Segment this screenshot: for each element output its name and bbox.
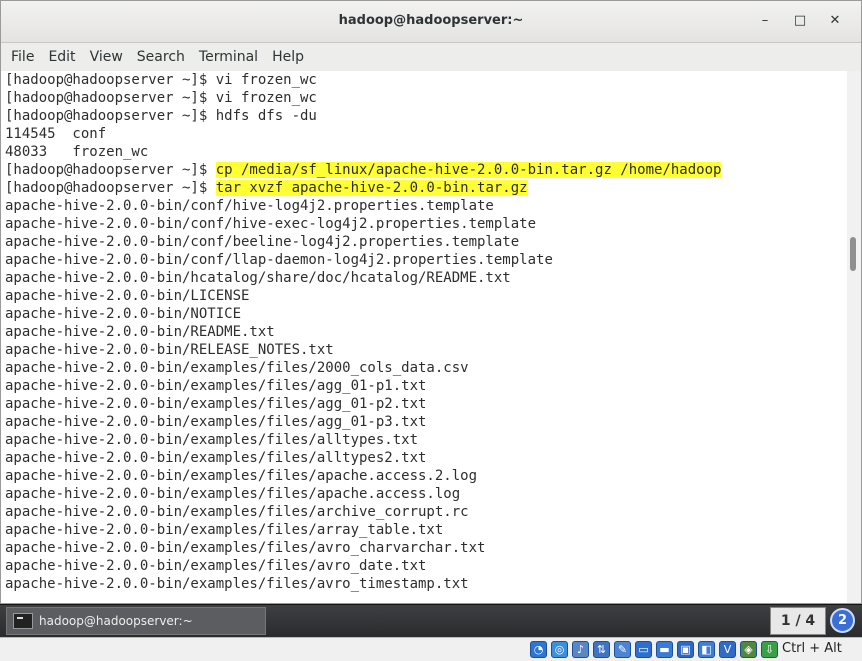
workspace-badge[interactable]: 2 <box>830 608 855 633</box>
hard-disk-icon[interactable]: ◔ <box>530 641 547 658</box>
terminal-line: apache-hive-2.0.0-bin/examples/files/all… <box>5 450 427 466</box>
download-icon[interactable]: ⇩ <box>761 641 778 658</box>
menu-bar: File Edit View Search Terminal Help <box>1 43 861 71</box>
terminal-line: [hadoop@hadoopserver ~]$ cp /media/sf_li… <box>5 161 722 179</box>
terminal-line: apache-hive-2.0.0-bin/examples/files/avr… <box>5 576 469 592</box>
terminal-line: apache-hive-2.0.0-bin/README.txt <box>5 324 275 340</box>
terminal-line: apache-hive-2.0.0-bin/examples/files/avr… <box>5 558 427 574</box>
terminal-line: apache-hive-2.0.0-bin/examples/files/agg… <box>5 414 427 430</box>
menu-edit[interactable]: Edit <box>41 43 82 71</box>
menu-view[interactable]: View <box>83 43 130 71</box>
shared-folder-icon[interactable]: ▭ <box>635 641 652 658</box>
terminal-line: apache-hive-2.0.0-bin/examples/files/apa… <box>5 486 461 502</box>
window-title: hadoop@hadoopserver:~ <box>338 13 524 28</box>
terminal-scrollbar[interactable] <box>847 71 861 603</box>
network-icon[interactable]: ⇅ <box>593 641 610 658</box>
menu-help[interactable]: Help <box>265 43 311 71</box>
title-bar[interactable]: hadoop@hadoopserver:~ – □ ✕ <box>1 1 861 43</box>
terminal-line: [hadoop@hadoopserver ~]$ vi frozen_wc <box>5 72 317 88</box>
maximize-button[interactable]: □ <box>789 10 811 32</box>
terminal-line: apache-hive-2.0.0-bin/conf/hive-exec-log… <box>5 216 537 232</box>
display-icon[interactable]: ▬ <box>656 641 673 658</box>
terminal-line: 48033 frozen_wc <box>5 144 149 160</box>
terminal-line: apache-hive-2.0.0-bin/conf/beeline-log4j… <box>5 234 520 250</box>
terminal-line: apache-hive-2.0.0-bin/examples/files/200… <box>5 360 469 376</box>
menu-file[interactable]: File <box>4 43 41 71</box>
highlighted-command: cp /media/sf_linux/apache-hive-2.0.0-bin… <box>215 162 722 178</box>
cpu-icon[interactable]: V <box>719 641 736 658</box>
terminal-line: apache-hive-2.0.0-bin/examples/files/apa… <box>5 468 478 484</box>
terminal-line: apache-hive-2.0.0-bin/RELEASE_NOTES.txt <box>5 342 334 358</box>
usb-icon[interactable]: ✎ <box>614 641 631 658</box>
terminal-line: [hadoop@hadoopserver ~]$ tar xvzf apache… <box>5 179 528 197</box>
taskbar-window-button[interactable]: hadoop@hadoopserver:~ <box>6 607 266 635</box>
audio-icon[interactable]: ♪ <box>572 641 589 658</box>
terminal-line: [hadoop@hadoopserver ~]$ vi frozen_wc <box>5 90 317 106</box>
terminal-line: apache-hive-2.0.0-bin/examples/files/all… <box>5 432 419 448</box>
terminal-line: apache-hive-2.0.0-bin/examples/files/agg… <box>5 378 427 394</box>
terminal-line: apache-hive-2.0.0-bin/examples/files/avr… <box>5 540 486 556</box>
terminal-line: apache-hive-2.0.0-bin/examples/files/agg… <box>5 396 427 412</box>
shell-prompt: [hadoop@hadoopserver ~]$ <box>5 180 216 196</box>
scrollbar-thumb[interactable] <box>850 237 856 271</box>
minimize-button[interactable]: – <box>754 10 776 32</box>
host-key-label: Ctrl + Alt <box>782 641 842 656</box>
mouse-integration-icon[interactable]: ◈ <box>740 641 757 658</box>
shell-prompt: [hadoop@hadoopserver ~]$ <box>5 162 216 178</box>
highlighted-command: tar xvzf apache-hive-2.0.0-bin.tar.gz <box>215 180 528 196</box>
menu-terminal[interactable]: Terminal <box>192 43 265 71</box>
terminal-output[interactable]: [hadoop@hadoopserver ~]$ vi frozen_wc [ha… <box>1 71 847 603</box>
terminal-line: apache-hive-2.0.0-bin/examples/files/arr… <box>5 522 444 538</box>
recording-icon[interactable]: ◧ <box>698 641 715 658</box>
video-capture-icon[interactable]: ▣ <box>677 641 694 658</box>
terminal-line: apache-hive-2.0.0-bin/NOTICE <box>5 306 242 322</box>
terminal-line: apache-hive-2.0.0-bin/conf/hive-log4j2.p… <box>5 198 494 214</box>
optical-drive-icon[interactable]: ◎ <box>551 641 568 658</box>
terminal-line: apache-hive-2.0.0-bin/examples/files/arc… <box>5 504 469 520</box>
terminal-line: apache-hive-2.0.0-bin/hcatalog/share/doc… <box>5 270 511 286</box>
terminal-line: apache-hive-2.0.0-bin/LICENSE <box>5 288 250 304</box>
terminal-line: 114545 conf <box>5 126 107 142</box>
terminal-icon <box>13 613 33 629</box>
taskbar: hadoop@hadoopserver:~ 1 / 4 2 <box>0 604 862 637</box>
vm-status-bar: Ctrl + Alt ◔ ◎ ♪ ⇅ ✎ ▭ ▬ ▣ ◧ V ◈ ⇩ <box>0 637 862 661</box>
workspace-pager[interactable]: 1 / 4 <box>770 607 826 635</box>
menu-search[interactable]: Search <box>130 43 192 71</box>
close-button[interactable]: ✕ <box>824 10 846 32</box>
terminal-line: apache-hive-2.0.0-bin/conf/llap-daemon-l… <box>5 252 553 268</box>
terminal-line: [hadoop@hadoopserver ~]$ hdfs dfs -du <box>5 108 317 124</box>
terminal-window: hadoop@hadoopserver:~ – □ ✕ File Edit View… <box>0 0 862 604</box>
taskbar-window-label: hadoop@hadoopserver:~ <box>39 614 193 628</box>
